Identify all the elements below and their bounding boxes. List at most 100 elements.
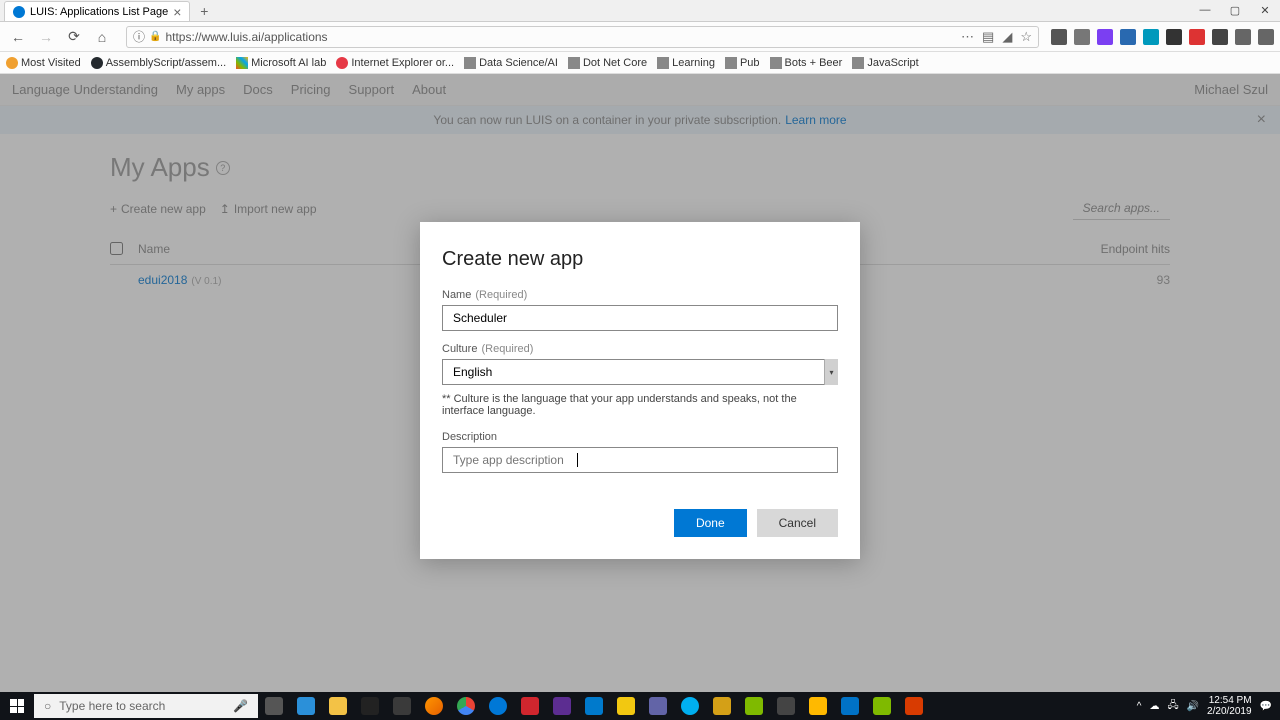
taskbar-app[interactable] [866, 692, 898, 720]
bookmark-item[interactable]: Internet Explorer or... [336, 57, 454, 69]
folder-icon [725, 57, 737, 69]
bookmark-item[interactable]: AssemblyScript/assem... [91, 57, 226, 69]
close-window-button[interactable]: ✕ [1250, 0, 1280, 21]
ext-icon-8[interactable] [1212, 29, 1228, 45]
notification-icon[interactable]: 💬 [1260, 701, 1272, 712]
taskbar-app[interactable] [898, 692, 930, 720]
task-view-button[interactable] [258, 692, 290, 720]
ext-icon-7[interactable] [1189, 29, 1205, 45]
back-button[interactable]: ← [6, 25, 30, 49]
taskbar-skype[interactable] [674, 692, 706, 720]
taskbar-app[interactable] [290, 692, 322, 720]
taskbar-app[interactable] [514, 692, 546, 720]
pocket-icon[interactable]: ◢ [1002, 29, 1012, 45]
menu-icon[interactable] [1258, 29, 1274, 45]
minimize-button[interactable]: — [1190, 0, 1220, 21]
taskbar-vs[interactable] [546, 692, 578, 720]
culture-select[interactable]: English [442, 359, 838, 385]
windows-logo-icon [10, 699, 24, 713]
system-tray: ^ ☁ 🖧 🔊 12:54 PM 2/20/2019 💬 [1129, 695, 1280, 717]
ext-icon-2[interactable] [1074, 29, 1090, 45]
star-icon [6, 57, 18, 69]
new-tab-button[interactable]: + [194, 1, 214, 21]
star-icon[interactable]: ☆ [1020, 29, 1032, 45]
bookmark-item[interactable]: Most Visited [6, 57, 81, 69]
tab-title: LUIS: Applications List Page [30, 6, 168, 18]
site-info-icon[interactable]: ⓘ [133, 28, 145, 45]
tray-volume-icon[interactable]: 🔊 [1187, 701, 1199, 712]
description-input[interactable] [442, 447, 838, 473]
tray-cloud-icon[interactable]: ☁ [1149, 701, 1159, 712]
browser-toolbar: ← → ⟳ ⌂ ⓘ 🔒 https://www.luis.ai/applicat… [0, 22, 1280, 52]
taskbar-search[interactable]: ○ Type here to search 🎤 [34, 694, 258, 718]
description-label: Description [442, 431, 838, 443]
taskbar-terminal[interactable] [354, 692, 386, 720]
create-app-modal: Create new app Name (Required) Culture (… [420, 222, 860, 559]
taskbar-chrome[interactable] [450, 692, 482, 720]
reader-icon[interactable]: ▤ [982, 29, 994, 45]
forward-button[interactable]: → [34, 25, 58, 49]
browser-tab[interactable]: LUIS: Applications List Page × [4, 1, 190, 21]
toolbar-extensions [1051, 29, 1274, 45]
library-icon[interactable] [1235, 29, 1251, 45]
github-icon [91, 57, 103, 69]
bookmarks-bar: Most Visited AssemblyScript/assem... Mic… [0, 52, 1280, 74]
bookmark-folder[interactable]: Data Science/AI [464, 57, 558, 69]
name-input[interactable] [442, 305, 838, 331]
taskbar-app[interactable] [738, 692, 770, 720]
window-controls: — ▢ ✕ [1190, 0, 1280, 21]
taskbar-file-explorer[interactable] [322, 692, 354, 720]
ext-icon-6[interactable] [1166, 29, 1182, 45]
taskbar-clock[interactable]: 12:54 PM 2/20/2019 [1207, 695, 1252, 717]
url-text: https://www.luis.ai/applications [165, 30, 327, 44]
culture-label: Culture (Required) [442, 343, 838, 355]
taskbar-firefox[interactable] [418, 692, 450, 720]
name-label: Name (Required) [442, 289, 838, 301]
lock-icon: 🔒 [149, 31, 161, 42]
taskbar-teams[interactable] [642, 692, 674, 720]
start-button[interactable] [0, 692, 34, 720]
taskbar-app[interactable] [802, 692, 834, 720]
folder-icon [657, 57, 669, 69]
modal-title: Create new app [442, 248, 838, 271]
reload-button[interactable]: ⟳ [62, 25, 86, 49]
taskbar-app[interactable] [706, 692, 738, 720]
search-icon: ○ [44, 699, 51, 713]
folder-icon [770, 57, 782, 69]
bookmark-folder[interactable]: Pub [725, 57, 760, 69]
done-button[interactable]: Done [674, 509, 747, 537]
taskbar-outlook[interactable] [834, 692, 866, 720]
culture-helper-text: ** Culture is the language that your app… [442, 393, 838, 417]
bookmark-folder[interactable]: Learning [657, 57, 715, 69]
taskbar-vscode[interactable] [578, 692, 610, 720]
url-bar[interactable]: ⓘ 🔒 https://www.luis.ai/applications ⋯ ▤… [126, 26, 1039, 48]
bookmark-folder[interactable]: Bots + Beer [770, 57, 843, 69]
folder-icon [464, 57, 476, 69]
tray-network-icon[interactable]: 🖧 [1167, 698, 1178, 715]
more-info-icon[interactable]: ⋯ [961, 29, 974, 45]
bookmark-folder[interactable]: JavaScript [852, 57, 918, 69]
bookmark-item[interactable]: Microsoft AI lab [236, 57, 326, 69]
windows-taskbar: ○ Type here to search 🎤 ^ ☁ 🖧 🔊 12:54 PM [0, 692, 1280, 720]
heart-icon [336, 57, 348, 69]
home-button[interactable]: ⌂ [90, 25, 114, 49]
text-cursor [577, 453, 578, 467]
luis-favicon [13, 6, 25, 18]
taskbar-edge[interactable] [482, 692, 514, 720]
cancel-button[interactable]: Cancel [757, 509, 838, 537]
close-tab-icon[interactable]: × [173, 4, 181, 20]
browser-tab-strip: LUIS: Applications List Page × + — ▢ ✕ [0, 0, 1280, 22]
folder-icon [852, 57, 864, 69]
taskbar-app[interactable] [386, 692, 418, 720]
ext-icon-3[interactable] [1097, 29, 1113, 45]
taskbar-app[interactable] [770, 692, 802, 720]
taskbar-app[interactable] [610, 692, 642, 720]
ext-icon-5[interactable] [1143, 29, 1159, 45]
tray-chevron-up-icon[interactable]: ^ [1137, 701, 1142, 712]
cortana-mic-icon[interactable]: 🎤 [233, 699, 248, 713]
ext-icon-1[interactable] [1051, 29, 1067, 45]
folder-icon [568, 57, 580, 69]
maximize-button[interactable]: ▢ [1220, 0, 1250, 21]
ext-icon-4[interactable] [1120, 29, 1136, 45]
bookmark-folder[interactable]: Dot Net Core [568, 57, 647, 69]
